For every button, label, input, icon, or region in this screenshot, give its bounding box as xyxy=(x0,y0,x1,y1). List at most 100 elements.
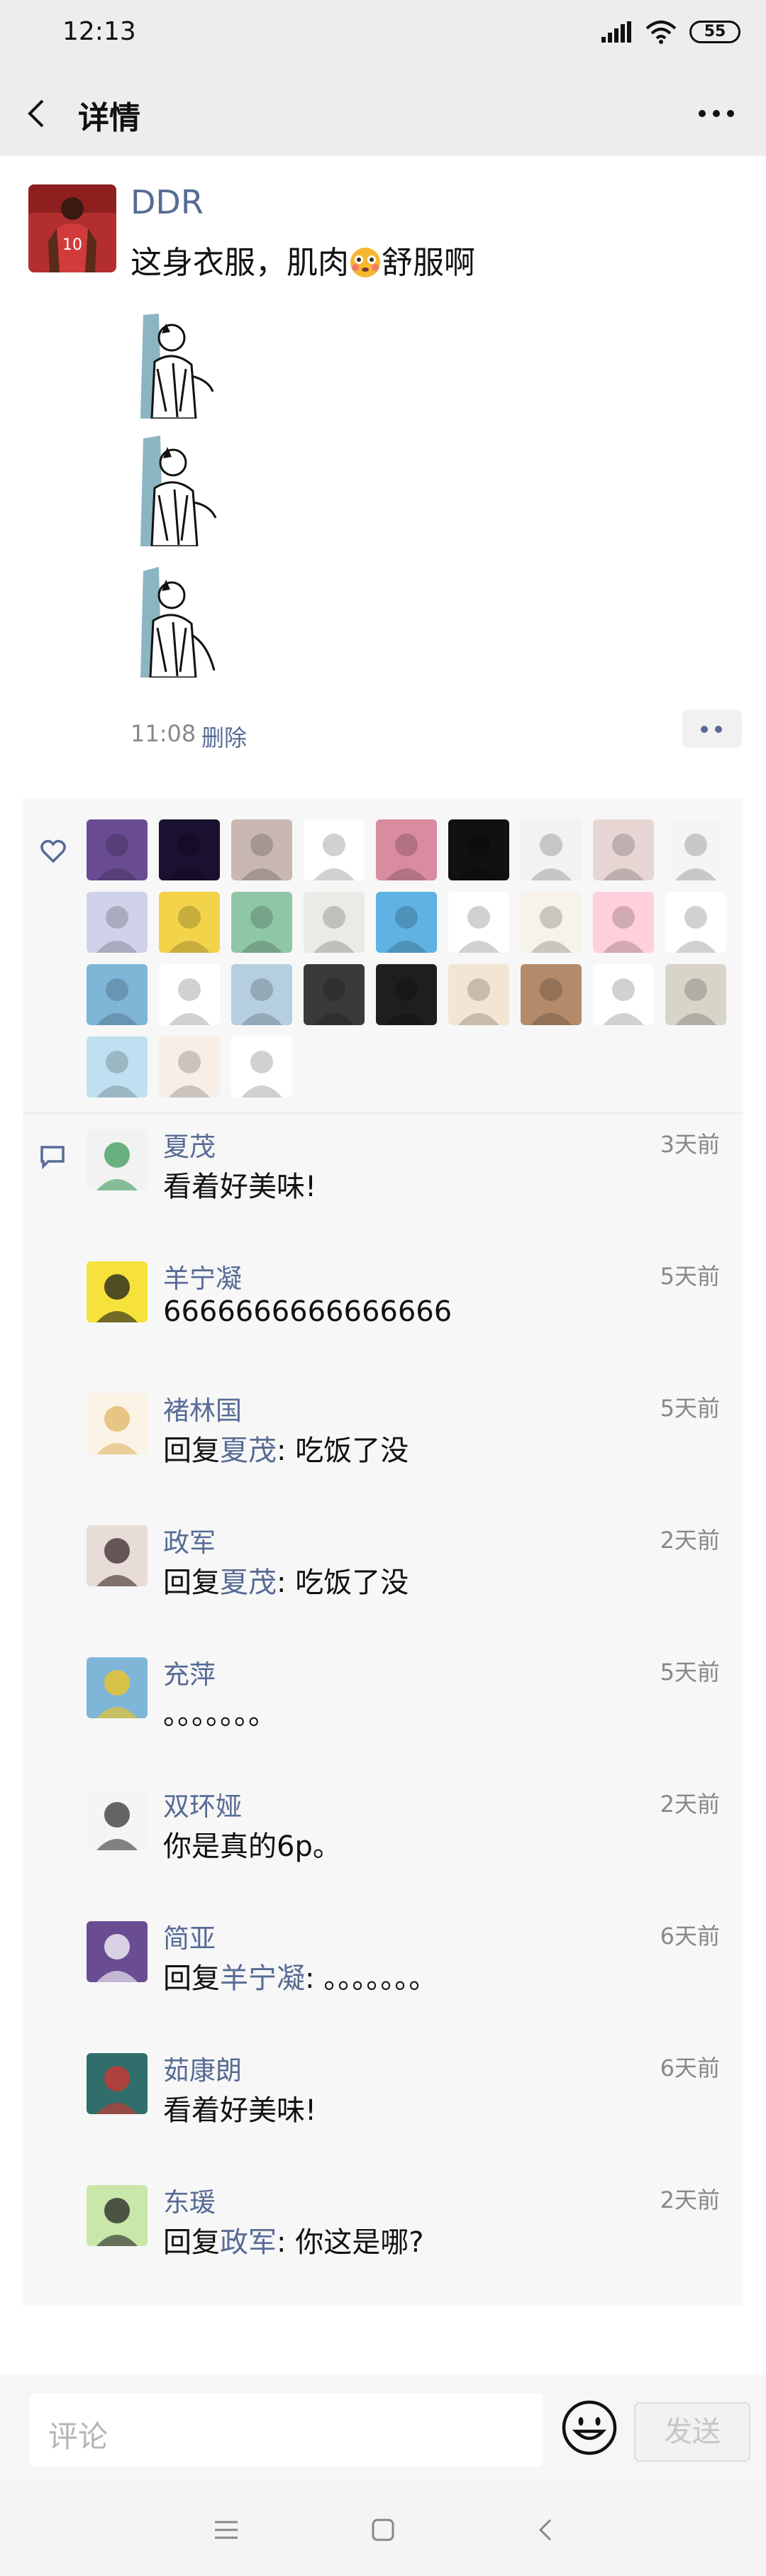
comment-author[interactable]: 褚林国 xyxy=(163,1389,242,1427)
cat-avatar[interactable] xyxy=(87,819,148,880)
like-heart-icon xyxy=(40,839,66,863)
comment-author[interactable]: 充萍 xyxy=(163,1653,216,1691)
neon-avatar[interactable] xyxy=(159,819,220,880)
comment-author[interactable]: 茹康朗 xyxy=(163,2049,242,2087)
reply-prefix: 回复 xyxy=(163,1566,220,1599)
comment-avatar[interactable] xyxy=(87,1789,148,1850)
comment-author[interactable]: 简亚 xyxy=(163,1917,216,1955)
comment-author[interactable]: 羊宁凝 xyxy=(163,1257,242,1295)
comment-avatar[interactable] xyxy=(87,1129,148,1190)
tiny-avatar[interactable] xyxy=(231,1037,292,1098)
emoji-icon[interactable] xyxy=(560,2399,618,2457)
girl-avatar[interactable] xyxy=(231,819,292,880)
comment-avatar[interactable] xyxy=(87,1261,148,1322)
comment-time: 3天前 xyxy=(660,1131,720,1158)
back-icon[interactable] xyxy=(21,94,61,133)
wang-avatar[interactable] xyxy=(665,819,726,880)
signal-icon xyxy=(601,21,631,43)
system-nav-bar xyxy=(0,2483,766,2576)
reply-target[interactable]: 夏茂 xyxy=(220,1435,277,1467)
comment-time: 6天前 xyxy=(660,2055,720,2082)
reply-target[interactable]: 夏茂 xyxy=(220,1566,277,1599)
reply-target[interactable]: 政军 xyxy=(220,2226,277,2259)
comment-time: 5天前 xyxy=(660,1263,720,1290)
red-cartoon-avatar[interactable] xyxy=(159,964,220,1025)
anime-avatar[interactable] xyxy=(87,892,148,953)
man-avatar[interactable] xyxy=(521,964,582,1025)
sea-avatar[interactable] xyxy=(231,964,292,1025)
post-image-2[interactable] xyxy=(131,434,230,546)
comment-time: 2天前 xyxy=(660,1527,720,1554)
send-button[interactable]: 发送 xyxy=(634,2402,750,2462)
delete-link[interactable]: 删除 xyxy=(201,720,247,753)
back-nav-icon[interactable] xyxy=(531,2514,562,2545)
author-name[interactable]: DDR xyxy=(131,183,204,221)
lady-avatar[interactable] xyxy=(304,892,365,953)
post-time: 11:08 xyxy=(131,720,196,747)
comment-avatar[interactable] xyxy=(87,2185,148,2246)
zhou-avatar[interactable] xyxy=(376,964,437,1025)
comment-text: 。。。。。。。 xyxy=(163,1698,277,1731)
ring-avatar[interactable] xyxy=(448,819,509,880)
comment-avatar[interactable] xyxy=(87,2053,148,2114)
post-text: 这身衣服，肌肉 舒服啊 xyxy=(131,245,475,281)
pink-avatar[interactable] xyxy=(376,819,437,880)
comment-avatar[interactable] xyxy=(87,1657,148,1718)
svg-text:10: 10 xyxy=(62,236,82,254)
comment-avatar[interactable] xyxy=(87,1393,148,1454)
comment-text: 看着好美味! xyxy=(163,1171,317,1203)
comment-text: 回复夏茂: 吃饭了没 xyxy=(163,1559,409,1601)
rabbit-avatar[interactable] xyxy=(593,892,654,953)
flushed-emoji-icon xyxy=(350,248,380,277)
xu-avatar[interactable] xyxy=(665,964,726,1025)
couple-avatar[interactable] xyxy=(521,892,582,953)
comment-avatar[interactable] xyxy=(87,1921,148,1982)
nav-bar: 详情 xyxy=(0,71,766,156)
comment-placeholder: 评论 xyxy=(48,2419,109,2454)
reply-target[interactable]: 羊宁凝 xyxy=(220,1962,305,1995)
wifi-icon xyxy=(645,21,677,44)
comment-author[interactable]: 东瑗 xyxy=(163,2181,216,2219)
comment-bar: 评论 发送 xyxy=(0,2375,766,2483)
battery-icon: 55 xyxy=(689,21,740,43)
home-icon[interactable] xyxy=(367,2514,399,2545)
comment-text: 回复羊宁凝: 。。。。。。。 xyxy=(163,1955,437,1996)
sunset-avatar[interactable] xyxy=(304,964,365,1025)
likes-divider xyxy=(23,1112,743,1114)
comment-input[interactable]: 评论 xyxy=(30,2393,543,2467)
post-image-3[interactable] xyxy=(131,564,230,678)
comment-time: 2天前 xyxy=(660,1791,720,1818)
reply-prefix: 回复 xyxy=(163,1962,220,1995)
sunflower-avatar[interactable] xyxy=(87,964,148,1025)
comment-author[interactable]: 双环娅 xyxy=(163,1785,242,1823)
status-time: 12:13 xyxy=(62,17,136,46)
pig2-avatar[interactable] xyxy=(159,1037,220,1098)
ink-avatar[interactable] xyxy=(304,819,365,880)
comment-text: 看着好美味! xyxy=(163,2094,317,2127)
page-title: 详情 xyxy=(78,100,140,136)
more-actions-button[interactable] xyxy=(682,709,742,748)
more-icon[interactable] xyxy=(695,94,738,133)
doll-avatar[interactable] xyxy=(593,819,654,880)
comment-text: 6666666666666666 xyxy=(163,1295,453,1328)
cartoon-man-avatar[interactable] xyxy=(448,892,509,953)
post-image-1[interactable] xyxy=(131,312,230,419)
pig-avatar[interactable] xyxy=(87,1037,148,1098)
comment-avatar[interactable] xyxy=(87,1525,148,1586)
red-girl-avatar[interactable] xyxy=(665,892,726,953)
comment-icon xyxy=(40,1146,65,1169)
reply-body: : 吃饭了没 xyxy=(277,1566,409,1599)
silhouette-avatar[interactable] xyxy=(521,819,582,880)
kids-avatar[interactable] xyxy=(448,964,509,1025)
comment-author[interactable]: 政军 xyxy=(163,1521,216,1559)
glasses-avatar[interactable] xyxy=(159,892,220,953)
author-avatar[interactable]: 10 xyxy=(28,184,116,272)
sky-avatar[interactable] xyxy=(376,892,437,953)
reply-body: : 你这是哪? xyxy=(277,2226,424,2259)
menu-icon[interactable] xyxy=(211,2514,242,2545)
comment-author[interactable]: 夏茂 xyxy=(163,1125,216,1163)
wechat-avatar[interactable] xyxy=(593,964,654,1025)
comment-text: 你是真的6p。 xyxy=(163,1830,341,1863)
reply-prefix: 回复 xyxy=(163,2226,220,2259)
green-girl-avatar[interactable] xyxy=(231,892,292,953)
